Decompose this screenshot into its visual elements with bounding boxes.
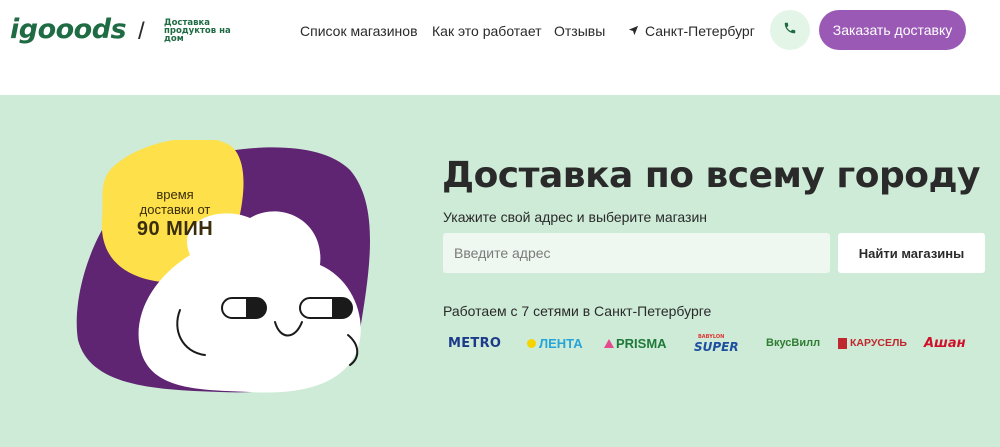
store-label-karusel: КАРУСЕЛЬ bbox=[850, 337, 907, 349]
logo-tagline: Доставка продуктов на дом bbox=[164, 18, 231, 44]
store-logo-karusel[interactable]: КАРУСЕЛЬ bbox=[838, 335, 907, 351]
lenta-icon bbox=[527, 338, 536, 348]
mascot-right-eye bbox=[299, 297, 353, 319]
mascot-left-eye bbox=[221, 297, 267, 319]
location-arrow-icon bbox=[628, 23, 639, 39]
networks-count-text: Работаем с 7 сетями в Санкт-Петербурге bbox=[443, 303, 712, 319]
igooods-logo[interactable]: igooods bbox=[10, 14, 127, 45]
karusel-k-icon bbox=[838, 337, 847, 349]
prisma-triangle-icon bbox=[604, 338, 614, 348]
store-logo-auchan[interactable]: Ашан bbox=[924, 335, 966, 351]
hero-title: Доставка по всему городу bbox=[442, 155, 981, 196]
find-stores-button[interactable]: Найти магазины bbox=[838, 233, 985, 273]
store-label-prisma: PRISMA bbox=[616, 335, 667, 351]
delivery-time-badge: время доставки от 90 МИН bbox=[110, 187, 240, 241]
city-label: Санкт-Петербург bbox=[645, 23, 755, 39]
badge-line-3: 90 МИН bbox=[136, 218, 214, 240]
mascot-illustration bbox=[76, 140, 370, 393]
store-logo-prisma[interactable]: PRISMA bbox=[604, 335, 667, 351]
address-input[interactable] bbox=[443, 233, 830, 273]
nav-reviews[interactable]: Отзывы bbox=[554, 23, 605, 39]
badge-line-2: доставки от bbox=[139, 202, 211, 217]
city-selector[interactable]: Санкт-Петербург bbox=[628, 23, 755, 39]
store-logo-vkusvill[interactable]: ВкусВилл bbox=[766, 335, 820, 351]
site-header: igooods / Доставка продуктов на дом Спис… bbox=[0, 0, 1000, 95]
order-delivery-button[interactable]: Заказать доставку bbox=[819, 10, 966, 50]
nav-how-it-works[interactable]: Как это работает bbox=[432, 23, 542, 39]
store-logo-super-babylon[interactable]: BABYLON SUPER bbox=[694, 335, 739, 355]
store-label-super: SUPER bbox=[694, 340, 739, 354]
store-logo-metro[interactable]: METRO bbox=[448, 335, 501, 351]
badge-line-1: время bbox=[156, 187, 194, 202]
phone-button[interactable] bbox=[770, 10, 810, 50]
hero-section: время доставки от 90 МИН Доставка по все… bbox=[0, 95, 1000, 447]
nav-store-list[interactable]: Список магазинов bbox=[300, 23, 418, 39]
phone-icon bbox=[783, 21, 797, 40]
logo-divider: / bbox=[138, 18, 145, 45]
store-logo-lenta[interactable]: ЛЕНТА bbox=[527, 335, 583, 351]
store-label-lenta: ЛЕНТА bbox=[539, 335, 583, 351]
hero-subtitle: Укажите свой адрес и выберите магазин bbox=[443, 209, 707, 225]
